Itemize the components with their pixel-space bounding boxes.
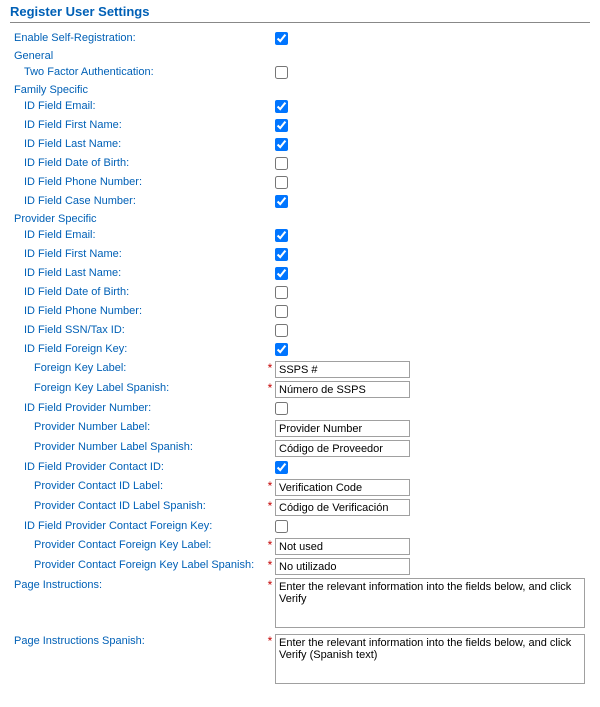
checkbox-fam-phone[interactable]	[275, 176, 288, 189]
checkbox-prov-contact[interactable]	[275, 461, 288, 474]
checkbox-prov-fk[interactable]	[275, 343, 288, 356]
input-prov-contact-fk-label-es[interactable]	[275, 558, 410, 575]
section-family-specific: Family Specific	[10, 84, 590, 96]
label-fam-case: ID Field Case Number:	[10, 194, 265, 207]
input-prov-num-label[interactable]	[275, 420, 410, 437]
label-prov-contact: ID Field Provider Contact ID:	[10, 460, 265, 473]
label-prov-email: ID Field Email:	[10, 228, 265, 241]
textarea-page-instr-es[interactable]	[275, 634, 585, 684]
label-prov-contact-fk-label: Provider Contact Foreign Key Label:	[10, 538, 265, 551]
checkbox-fam-dob[interactable]	[275, 157, 288, 170]
label-fk-label: Foreign Key Label:	[10, 361, 265, 374]
checkbox-fam-last[interactable]	[275, 138, 288, 151]
label-prov-first: ID Field First Name:	[10, 247, 265, 260]
label-fam-first: ID Field First Name:	[10, 118, 265, 131]
page-title: Register User Settings	[10, 0, 590, 23]
label-prov-num-label: Provider Number Label:	[10, 420, 265, 433]
label-fam-email: ID Field Email:	[10, 99, 265, 112]
label-fk-label-es: Foreign Key Label Spanish:	[10, 381, 265, 394]
label-two-factor: Two Factor Authentication:	[10, 65, 265, 78]
req-marker: *	[265, 634, 275, 648]
label-prov-contact-label: Provider Contact ID Label:	[10, 479, 265, 492]
label-prov-fk: ID Field Foreign Key:	[10, 342, 265, 355]
input-prov-num-label-es[interactable]	[275, 440, 410, 457]
label-prov-phone: ID Field Phone Number:	[10, 304, 265, 317]
checkbox-two-factor[interactable]	[275, 66, 288, 79]
checkbox-prov-first[interactable]	[275, 248, 288, 261]
checkbox-prov-email[interactable]	[275, 229, 288, 242]
checkbox-enable-self-reg[interactable]	[275, 32, 288, 45]
checkbox-fam-email[interactable]	[275, 100, 288, 113]
label-fam-last: ID Field Last Name:	[10, 137, 265, 150]
label-prov-last: ID Field Last Name:	[10, 266, 265, 279]
req-marker: *	[265, 499, 275, 513]
input-fk-label-es[interactable]	[275, 381, 410, 398]
checkbox-fam-first[interactable]	[275, 119, 288, 132]
label-fam-phone: ID Field Phone Number:	[10, 175, 265, 188]
checkbox-prov-dob[interactable]	[275, 286, 288, 299]
checkbox-prov-ssn[interactable]	[275, 324, 288, 337]
checkbox-prov-contact-fk[interactable]	[275, 520, 288, 533]
label-prov-ssn: ID Field SSN/Tax ID:	[10, 323, 265, 336]
label-prov-contact-fk: ID Field Provider Contact Foreign Key:	[10, 519, 265, 532]
label-enable-self-reg: Enable Self-Registration:	[10, 31, 265, 44]
checkbox-prov-phone[interactable]	[275, 305, 288, 318]
label-fam-dob: ID Field Date of Birth:	[10, 156, 265, 169]
input-prov-contact-fk-label[interactable]	[275, 538, 410, 555]
checkbox-fam-case[interactable]	[275, 195, 288, 208]
label-prov-dob: ID Field Date of Birth:	[10, 285, 265, 298]
section-general: General	[10, 50, 590, 62]
label-page-instr: Page Instructions:	[10, 578, 265, 591]
req-marker: *	[265, 538, 275, 552]
req-marker: *	[265, 578, 275, 592]
input-prov-contact-label[interactable]	[275, 479, 410, 496]
textarea-page-instr[interactable]	[275, 578, 585, 628]
input-prov-contact-label-es[interactable]	[275, 499, 410, 516]
req-marker: *	[265, 479, 275, 493]
label-page-instr-es: Page Instructions Spanish:	[10, 634, 265, 647]
section-provider-specific: Provider Specific	[10, 213, 590, 225]
label-prov-contact-fk-label-es: Provider Contact Foreign Key Label Spani…	[10, 558, 265, 571]
req-marker: *	[265, 381, 275, 395]
label-prov-num-label-es: Provider Number Label Spanish:	[10, 440, 265, 453]
req-marker: *	[265, 361, 275, 375]
label-prov-contact-label-es: Provider Contact ID Label Spanish:	[10, 499, 265, 512]
req-marker: *	[265, 558, 275, 572]
input-fk-label[interactable]	[275, 361, 410, 378]
label-prov-num: ID Field Provider Number:	[10, 401, 265, 414]
checkbox-prov-last[interactable]	[275, 267, 288, 280]
checkbox-prov-num[interactable]	[275, 402, 288, 415]
